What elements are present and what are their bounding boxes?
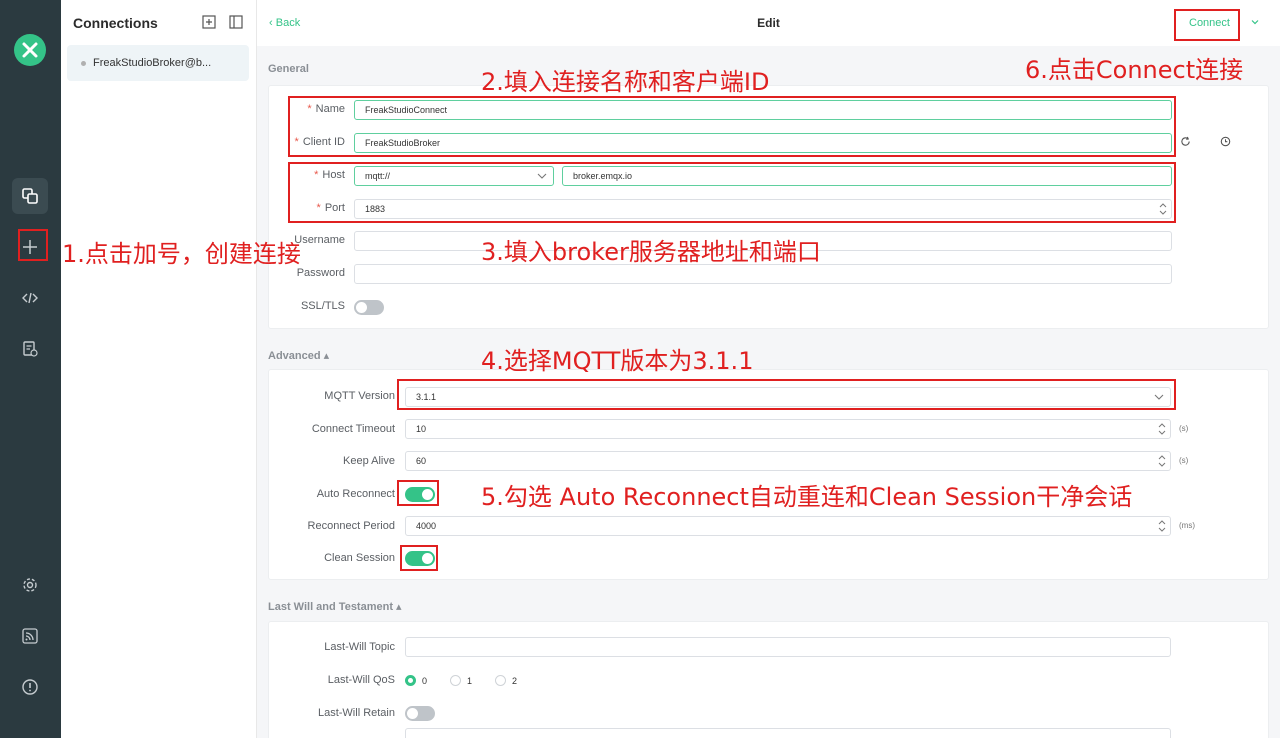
- keep-alive-label: Keep Alive: [343, 455, 395, 467]
- connect-timeout-unit: (s): [1179, 424, 1189, 433]
- protocol-value: mqtt://: [365, 171, 391, 181]
- ssl-label: SSL/TLS: [300, 300, 345, 312]
- connect-timeout-value: 10: [416, 424, 427, 434]
- reconnect-period-label: Reconnect Period: [307, 520, 395, 532]
- last-will-topic-input[interactable]: [405, 637, 1171, 657]
- connect-timeout-label: Connect Timeout: [311, 423, 395, 435]
- chevron-down-icon: [1154, 394, 1164, 400]
- advanced-section-title[interactable]: Advanced ▴: [268, 349, 329, 362]
- port-value: 1883: [365, 204, 386, 214]
- toggle-panel-icon[interactable]: [229, 15, 243, 29]
- annotation-step1: 1.点击加号，创建连接: [62, 240, 301, 268]
- refresh-icon[interactable]: [1180, 136, 1191, 147]
- code-icon[interactable]: [12, 280, 48, 316]
- qos-option-0: 0: [422, 676, 428, 686]
- clock-icon[interactable]: [1220, 136, 1231, 147]
- mqtt-version-label: MQTT Version: [324, 390, 395, 402]
- port-label: * Port: [316, 202, 345, 214]
- keep-alive-value: 60: [416, 456, 427, 466]
- chevron-down-icon: [537, 173, 547, 179]
- stepper-icon[interactable]: [1158, 519, 1166, 533]
- name-input[interactable]: FreakStudioConnect: [354, 100, 1172, 120]
- icon-rail: [0, 0, 61, 738]
- reconnect-period-unit: (ms): [1179, 521, 1195, 530]
- annotation-step4: 4.选择MQTT版本为3.1.1: [481, 347, 754, 375]
- qos-option-2: 2: [512, 676, 518, 686]
- mqtt-version-value: 3.1.1: [416, 392, 437, 402]
- qos-radio-0[interactable]: [405, 675, 416, 686]
- new-connection-icon[interactable]: [202, 15, 216, 29]
- connections-title: Connections: [73, 15, 158, 31]
- last-will-payload-input[interactable]: [405, 728, 1171, 738]
- client-id-input[interactable]: FreakStudioBroker: [354, 133, 1172, 153]
- general-card: * Name FreakStudioConnect * Client ID Frea…: [268, 85, 1269, 329]
- connections-panel: Connections FreakStudioBroker@b...: [61, 0, 257, 738]
- annotation-step3: 3.填入broker服务器地址和端口: [481, 238, 821, 266]
- reconnect-period-value: 4000: [416, 521, 437, 531]
- last-will-topic-label: Last-Will Topic: [324, 641, 395, 653]
- keep-alive-input[interactable]: 60: [405, 451, 1171, 471]
- qos-radio-1[interactable]: [450, 675, 461, 686]
- host-label: * Host: [314, 169, 345, 181]
- top-bar: ‹ Back Edit Connect: [257, 0, 1280, 46]
- gear-icon[interactable]: [12, 567, 48, 603]
- chevron-down-icon[interactable]: [1250, 17, 1260, 27]
- last-will-card: Last-Will Topic Last-Will QoS 0 1 2 Last…: [268, 621, 1269, 738]
- annotation-step6: 6.点击Connect连接: [1025, 56, 1244, 84]
- mqttx-logo-icon: [14, 34, 46, 66]
- general-section-title: General: [268, 63, 309, 75]
- qos-radio-2[interactable]: [495, 675, 506, 686]
- protocol-select[interactable]: mqtt://: [354, 166, 554, 186]
- last-will-qos-label: Last-Will QoS: [327, 674, 395, 686]
- stepper-icon[interactable]: [1158, 422, 1166, 436]
- advanced-card: MQTT Version 3.1.1 Connect Timeout 10 (s…: [268, 369, 1269, 580]
- page-title: Edit: [757, 16, 780, 30]
- annotation-step5: 5.勾选 Auto Reconnect自动重连和Clean Session干净会…: [481, 483, 1133, 511]
- reconnect-period-input[interactable]: 4000: [405, 516, 1171, 536]
- clean-session-toggle[interactable]: [405, 551, 435, 566]
- connection-list-item[interactable]: FreakStudioBroker@b...: [67, 45, 249, 81]
- last-will-retain-toggle[interactable]: [405, 706, 435, 721]
- connections-icon[interactable]: [12, 178, 48, 214]
- last-will-retain-label: Last-Will Retain: [317, 707, 395, 719]
- plus-icon[interactable]: [12, 229, 48, 265]
- stepper-icon[interactable]: [1159, 202, 1167, 216]
- feed-icon[interactable]: [12, 618, 48, 654]
- ssl-toggle[interactable]: [354, 300, 384, 315]
- connection-item-label: FreakStudioBroker@b...: [93, 57, 212, 69]
- connect-timeout-input[interactable]: 10: [405, 419, 1171, 439]
- auto-reconnect-toggle[interactable]: [405, 487, 435, 502]
- connection-status-dot: [81, 60, 86, 66]
- password-input[interactable]: [354, 264, 1172, 284]
- qos-option-1: 1: [467, 676, 473, 686]
- annotation-step2: 2.填入连接名称和客户端ID: [481, 68, 770, 96]
- name-label: * Name: [307, 103, 345, 115]
- log-icon[interactable]: [12, 331, 48, 367]
- last-will-section-title[interactable]: Last Will and Testament ▴: [268, 600, 402, 613]
- client-id-label: * Client ID: [294, 136, 345, 148]
- stepper-icon[interactable]: [1158, 454, 1166, 468]
- auto-reconnect-label: Auto Reconnect: [316, 488, 395, 500]
- info-icon[interactable]: [12, 669, 48, 705]
- port-input[interactable]: 1883: [354, 199, 1172, 219]
- mqtt-version-select[interactable]: 3.1.1: [405, 387, 1171, 407]
- keep-alive-unit: (s): [1179, 456, 1189, 465]
- edit-main: ‹ Back Edit Connect General * Name FreakS…: [257, 0, 1280, 738]
- connect-button[interactable]: Connect: [1189, 17, 1230, 29]
- host-input[interactable]: broker.emqx.io: [562, 166, 1172, 186]
- clean-session-label: Clean Session: [324, 552, 395, 564]
